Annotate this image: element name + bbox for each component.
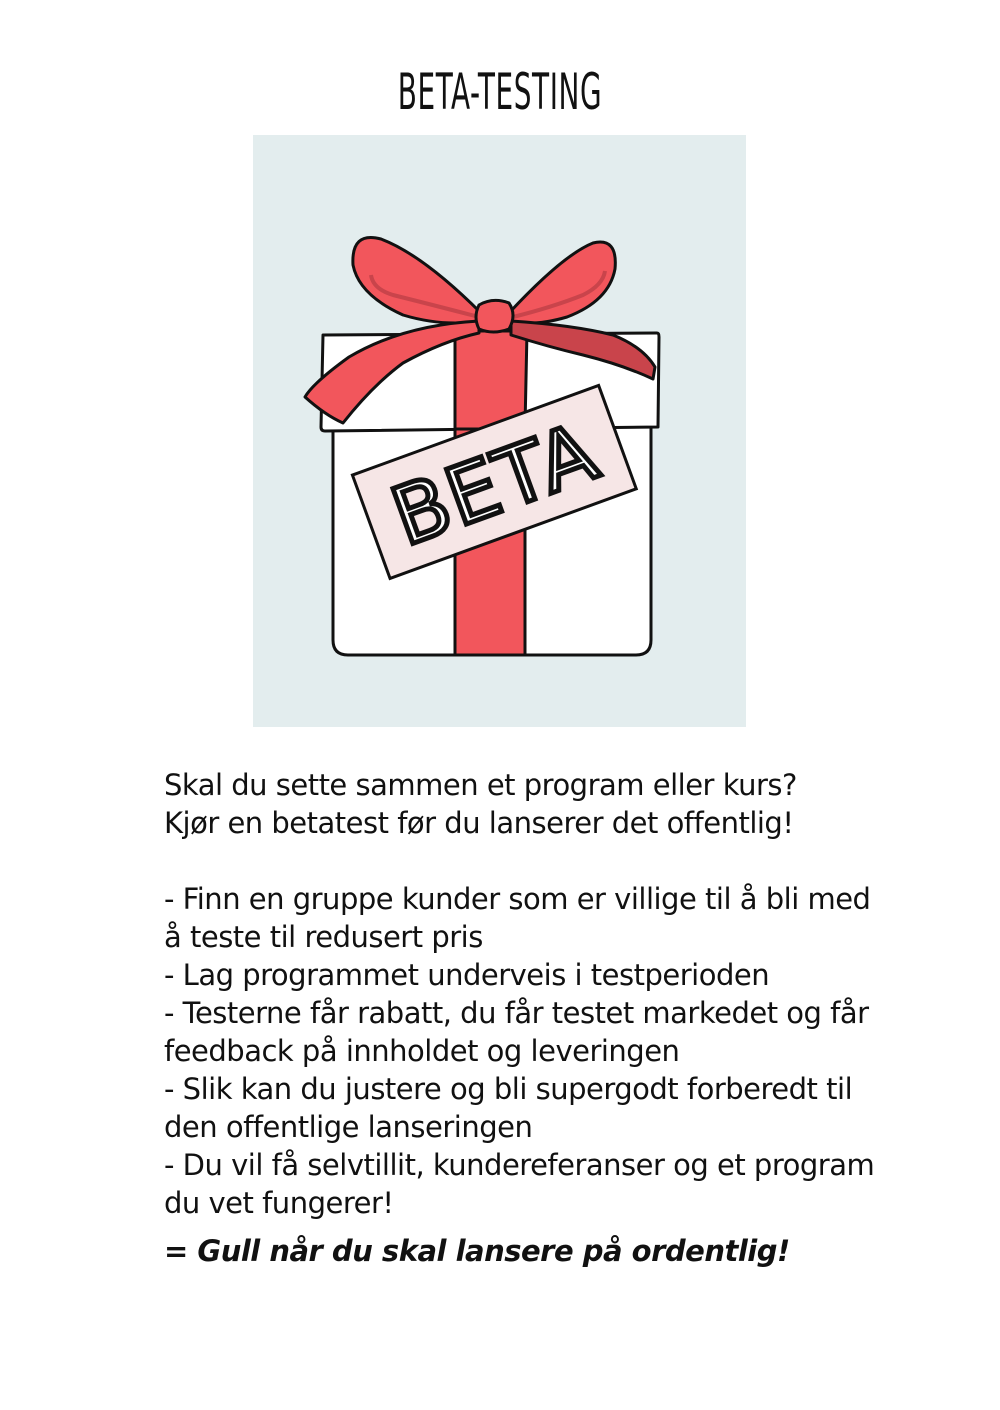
bullet-list: - Finn en gruppe kunder som er villige t…	[164, 880, 884, 1222]
intro-line-1: Skal du sette sammen et program eller ku…	[164, 768, 797, 802]
bullet-item: - Du vil få selvtillit, kundereferanser …	[164, 1148, 875, 1220]
page-title: BETA-TESTING	[397, 63, 603, 121]
bullet-item: - Lag programmet underveis i testperiode…	[164, 958, 770, 992]
bullet-item: - Testerne får rabatt, du får testet mar…	[164, 996, 869, 1068]
bullet-item: - Finn en gruppe kunder som er villige t…	[164, 882, 871, 954]
bullet-item: - Slik kan du justere og bli supergodt f…	[164, 1072, 853, 1144]
intro-paragraph: Skal du sette sammen et program eller ku…	[164, 766, 884, 842]
conclusion-text: = Gull når du skal lansere på ordentlig!	[164, 1234, 790, 1268]
illustration-panel: BETA	[253, 135, 746, 727]
gift-box-icon: BETA	[303, 236, 661, 657]
body-text: Skal du sette sammen et program eller ku…	[164, 766, 884, 1270]
intro-line-2: Kjør en betatest før du lanserer det off…	[164, 806, 794, 840]
